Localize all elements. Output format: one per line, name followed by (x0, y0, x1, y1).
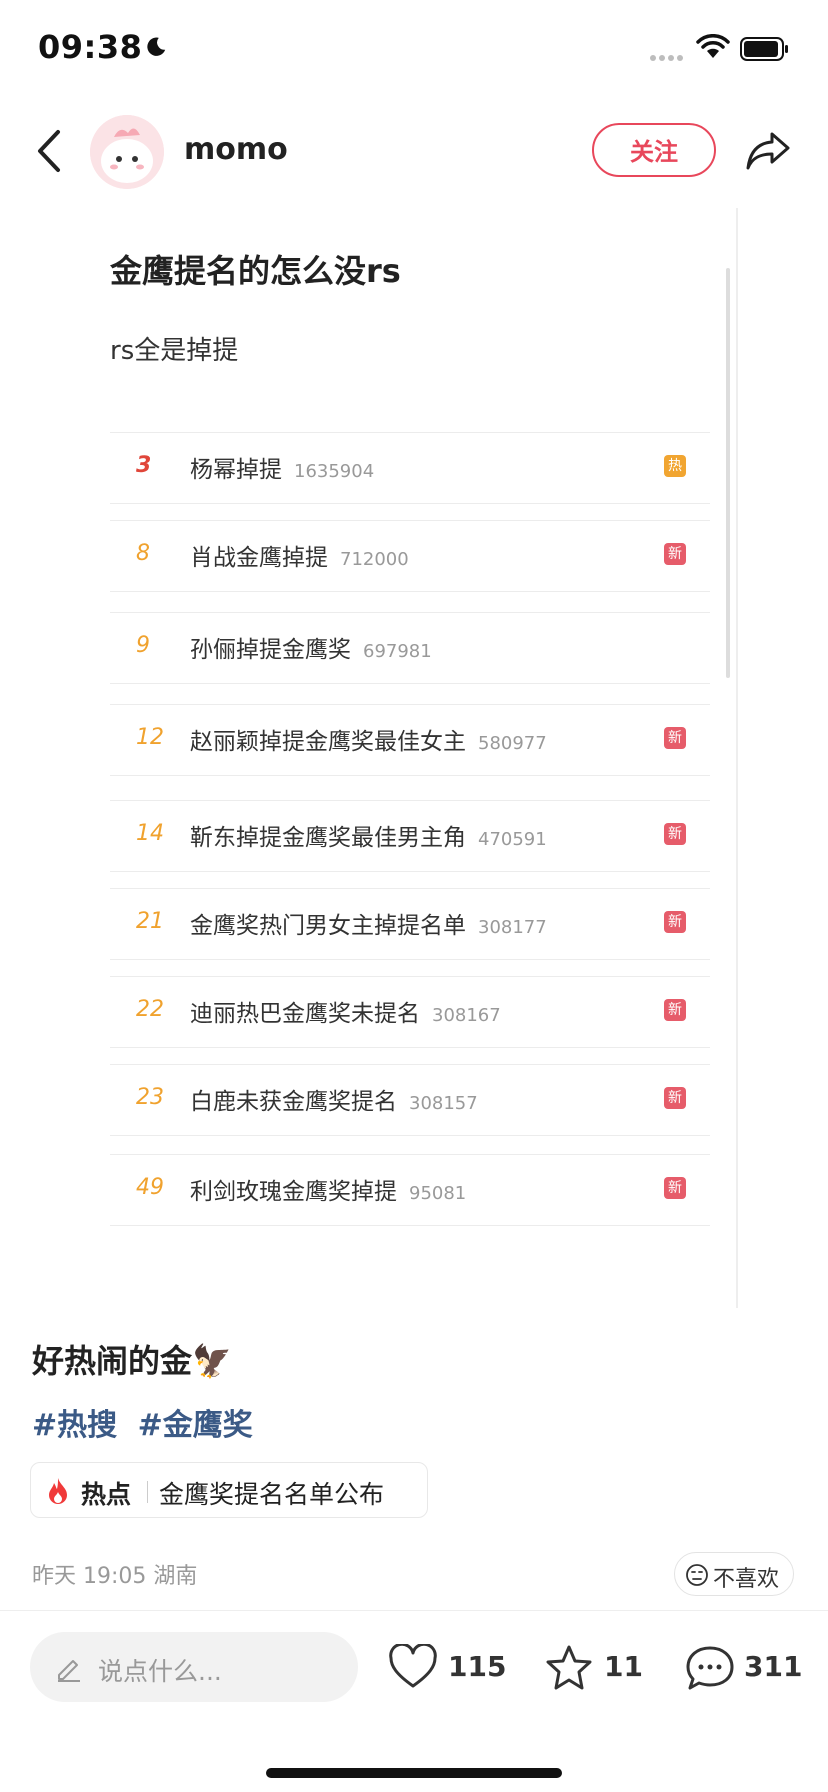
hot-topic-chip[interactable]: 热点 金鹰奖提名名单公布 (30, 1462, 428, 1518)
dislike-button[interactable]: 不喜欢 (674, 1552, 794, 1596)
star-icon (546, 1645, 592, 1690)
hot-search-row[interactable]: 8 肖战金鹰掉提 712000 新 (110, 520, 710, 592)
rank-title: 靳东掉提金鹰奖最佳男主角 470591 (190, 818, 547, 852)
new-badge: 新 (664, 1087, 686, 1109)
like-button[interactable]: 115 (388, 1632, 508, 1702)
rank-number: 9 (136, 633, 150, 658)
divider (0, 1610, 828, 1611)
star-count: 11 (604, 1650, 643, 1683)
hot-badge: 热 (664, 455, 686, 477)
home-indicator[interactable] (266, 1768, 562, 1778)
moon-icon (147, 37, 166, 56)
chip-divider (147, 1481, 148, 1503)
hot-search-row[interactable]: 12 赵丽颖掉提金鹰奖最佳女主 580977 新 (110, 704, 710, 776)
battery-icon (740, 37, 788, 61)
follow-button[interactable]: 关注 (592, 123, 716, 177)
rank-title: 利剑玫瑰金鹰奖掉提 95081 (190, 1172, 466, 1206)
hot-search-row[interactable]: 22 迪丽热巴金鹰奖未提名 308167 新 (110, 976, 710, 1048)
rank-number: 49 (136, 1175, 164, 1200)
rank-title: 孙俪掉提金鹰奖 697981 (190, 630, 432, 664)
dislike-label: 不喜欢 (713, 1567, 780, 1592)
new-badge: 新 (664, 999, 686, 1021)
status-time: 09:38 (38, 28, 143, 66)
rank-title-text: 肖战金鹰掉提 (190, 545, 328, 571)
rank-number: 12 (136, 725, 164, 750)
tag-link[interactable]: #金鹰奖 (138, 1408, 253, 1443)
rank-title: 杨幂掉提 1635904 (190, 450, 374, 484)
rank-number: 22 (136, 997, 164, 1022)
image-edge (736, 208, 738, 1308)
rank-title: 肖战金鹰掉提 712000 (190, 538, 409, 572)
new-badge: 新 (664, 911, 686, 933)
hot-label: 热点 (81, 1480, 132, 1509)
hot-search-row[interactable]: 21 金鹰奖热门男女主掉提名单 308177 新 (110, 888, 710, 960)
rank-number: 14 (136, 821, 164, 846)
rank-title-text: 杨幂掉提 (190, 457, 282, 483)
rank-title: 迪丽热巴金鹰奖未提名 308167 (190, 994, 501, 1028)
hot-search-row[interactable]: 3 杨幂掉提 1635904 热 (110, 432, 710, 504)
rank-number: 21 (136, 909, 164, 934)
comment-count: 311 (744, 1650, 803, 1683)
avatar[interactable] (90, 115, 164, 189)
rank-title: 白鹿未获金鹰奖提名 308157 (190, 1082, 478, 1116)
hot-search-row[interactable]: 23 白鹿未获金鹰奖提名 308157 新 (110, 1064, 710, 1136)
new-badge: 新 (664, 727, 686, 749)
wifi-icon (696, 34, 730, 58)
rank-count: 712000 (340, 549, 409, 570)
rank-title-text: 金鹰奖热门男女主掉提名单 (190, 913, 466, 939)
neutral-face-icon (686, 1564, 708, 1586)
rank-title-text: 靳东掉提金鹰奖最佳男主角 (190, 825, 466, 851)
image-subtitle: rs全是掉提 (110, 336, 239, 366)
collect-button[interactable]: 11 (544, 1632, 644, 1702)
heart-icon (389, 1644, 437, 1688)
flame-icon (49, 1478, 67, 1504)
like-count: 115 (448, 1650, 507, 1683)
cellular-signal-icon (650, 46, 686, 65)
rank-count: 308167 (432, 1005, 501, 1026)
comment-input[interactable]: 说点什么... (30, 1632, 358, 1702)
image-title: 金鹰提名的怎么没rs (110, 252, 401, 290)
back-arrow-icon[interactable] (34, 128, 64, 174)
rank-title-text: 白鹿未获金鹰奖提名 (190, 1089, 397, 1115)
rank-title: 赵丽颖掉提金鹰奖最佳女主 580977 (190, 722, 547, 756)
hot-search-row[interactable]: 14 靳东掉提金鹰奖最佳男主角 470591 新 (110, 800, 710, 872)
rank-number: 8 (136, 541, 150, 566)
post-image[interactable]: 金鹰提名的怎么没rs rs全是掉提 3 杨幂掉提 1635904 热 8 肖战金鹰掉提 71… (102, 208, 736, 1308)
rank-count: 697981 (363, 641, 432, 662)
rank-title-text: 利剑玫瑰金鹰奖掉提 (190, 1179, 397, 1205)
comment-button[interactable]: 311 (684, 1632, 804, 1702)
comment-placeholder: 说点什么... (98, 1657, 222, 1686)
rank-count: 470591 (478, 829, 547, 850)
comment-bubble-icon (686, 1646, 734, 1690)
tag-link[interactable]: #热搜 (32, 1408, 117, 1443)
rank-number: 3 (136, 453, 152, 478)
rank-title: 金鹰奖热门男女主掉提名单 308177 (190, 906, 547, 940)
username[interactable]: momo (184, 132, 288, 167)
hot-search-row[interactable]: 49 利剑玫瑰金鹰奖掉提 95081 新 (110, 1154, 710, 1226)
post-tags: #热搜 #金鹰奖 (32, 1400, 263, 1444)
rank-count: 95081 (409, 1183, 467, 1204)
post-caption: 好热闹的金🦅 (32, 1342, 232, 1380)
rank-count: 1635904 (294, 461, 375, 482)
rank-title-text: 迪丽热巴金鹰奖未提名 (190, 1001, 420, 1027)
new-badge: 新 (664, 543, 686, 565)
hot-search-row[interactable]: 9 孙俪掉提金鹰奖 697981 (110, 612, 710, 684)
pencil-icon (58, 1660, 80, 1682)
rank-count: 580977 (478, 733, 547, 754)
share-icon[interactable] (744, 126, 792, 174)
new-badge: 新 (664, 1177, 686, 1199)
rank-count: 308157 (409, 1093, 478, 1114)
post-meta: 昨天 19:05 湖南 (32, 1564, 198, 1589)
rank-number: 23 (136, 1085, 164, 1110)
rank-count: 308177 (478, 917, 547, 938)
hot-topic-text: 金鹰奖提名名单公布 (159, 1480, 385, 1509)
rank-title-text: 孙俪掉提金鹰奖 (190, 637, 351, 663)
rank-title-text: 赵丽颖掉提金鹰奖最佳女主 (190, 729, 466, 755)
new-badge: 新 (664, 823, 686, 845)
